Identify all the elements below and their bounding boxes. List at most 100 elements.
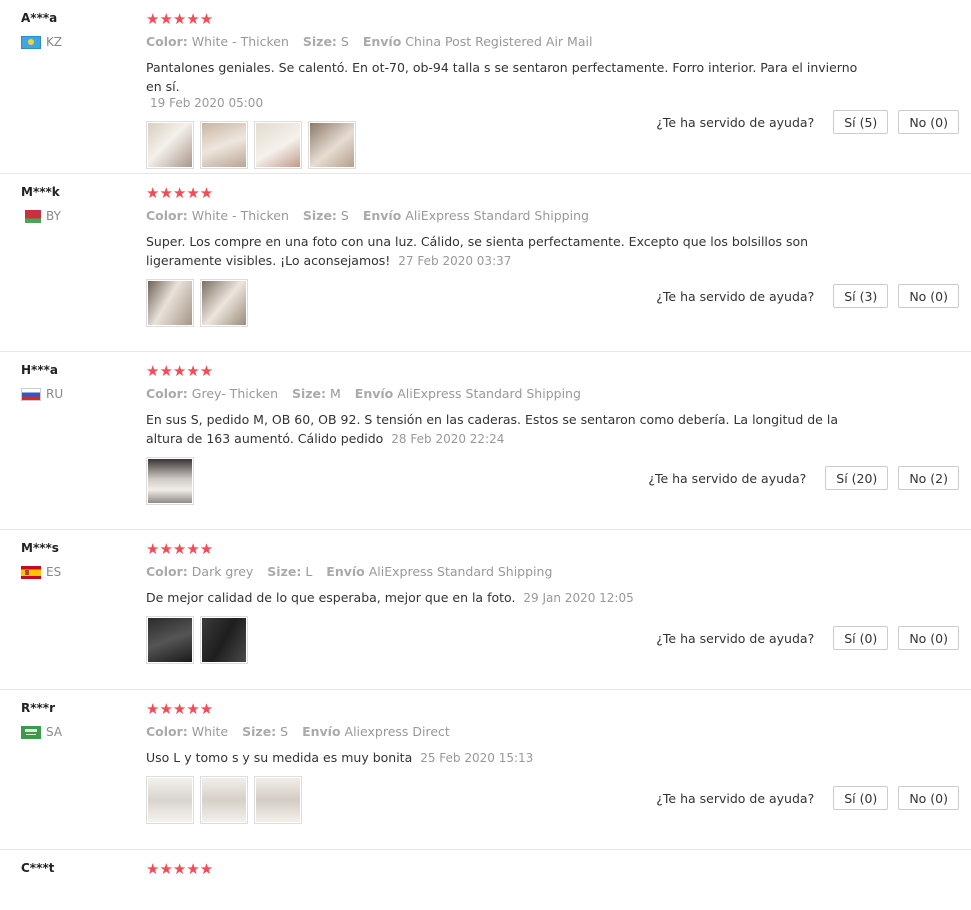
review-photo[interactable] [200, 121, 248, 169]
review-item: C***t ★★★★★ [0, 850, 971, 910]
reviewer-info: A***a KZ [21, 10, 131, 49]
flag-kz-icon [21, 35, 41, 49]
review-text: En sus S, pedido M, OB 60, OB 92. S tens… [146, 410, 866, 449]
review-item: R***r SA ★★★★★ Color: White Size: S Enví… [0, 690, 971, 850]
review-list: A***a KZ ★★★★★ Color: White - Thicken Si… [0, 0, 971, 910]
review-photo[interactable] [146, 616, 194, 664]
review-photo[interactable] [254, 121, 302, 169]
reviewer-country: RU [21, 387, 131, 401]
helpful-no-button[interactable]: No (0) [898, 626, 959, 650]
size-label: Size: [302, 208, 337, 223]
review-item: M***k BY ★★★★★ Color: White - Thicken Si… [0, 174, 971, 352]
review-photo[interactable] [308, 121, 356, 169]
reviewer-info: H***a RU [21, 362, 131, 401]
review-photo[interactable] [146, 776, 194, 824]
review-body: Pantalones geniales. Se calentó. En ot-7… [146, 60, 858, 94]
size-label: Size: [291, 386, 327, 401]
review-item: A***a KZ ★★★★★ Color: White - Thicken Si… [0, 0, 971, 174]
rating-stars: ★★★★★ [146, 10, 214, 28]
reviewer-name: M***s [21, 541, 59, 555]
review-item: M***s ES ★★★★★ Color: Dark grey Size: L … [0, 530, 971, 690]
rating-stars: ★★★★★ [146, 540, 214, 558]
country-code: BY [46, 209, 61, 223]
shipping-value: China Post Registered Air Mail [405, 34, 593, 49]
flag-ru-icon [21, 387, 41, 401]
shipping-label: Envío [362, 34, 402, 49]
shipping-value: Aliexpress Direct [344, 724, 450, 739]
color-value: White [191, 724, 229, 739]
shipping-value: AliExpress Standard Shipping [397, 386, 581, 401]
helpful-yes-button[interactable]: Sí (5) [833, 110, 889, 134]
purchase-info: Color: Grey- Thicken Size: M Envío AliEx… [146, 386, 961, 402]
reviewer-country: KZ [21, 35, 131, 49]
size-value: L [305, 564, 313, 579]
size-value: S [280, 724, 289, 739]
flag-sa-icon [21, 725, 41, 739]
review-text: Super. Los compre en una foto con una lu… [146, 232, 866, 271]
helpful-yes-button[interactable]: Sí (0) [833, 626, 889, 650]
shipping-value: AliExpress Standard Shipping [368, 564, 553, 579]
helpful-vote: ¿Te ha servido de ayuda? Sí (0) No (0) [656, 786, 959, 810]
review-item: H***a RU ★★★★★ Color: Grey- Thicken Size… [0, 352, 971, 530]
helpful-question: ¿Te ha servido de ayuda? [656, 630, 815, 646]
shipping-label: Envío [302, 724, 341, 739]
country-code: RU [46, 387, 64, 401]
helpful-no-button[interactable]: No (0) [898, 110, 959, 134]
helpful-vote: ¿Te ha servido de ayuda? Sí (5) No (0) [656, 110, 959, 134]
review-photo[interactable] [200, 776, 248, 824]
shipping-value: AliExpress Standard Shipping [405, 208, 589, 223]
review-photo[interactable] [254, 776, 302, 824]
reviewer-info: M***k BY [21, 184, 131, 223]
helpful-question: ¿Te ha servido de ayuda? [656, 790, 815, 806]
helpful-yes-button[interactable]: Sí (0) [833, 786, 889, 810]
helpful-yes-button[interactable]: Sí (3) [833, 284, 889, 308]
review-date: 25 Feb 2020 15:13 [420, 751, 534, 765]
purchase-info: Color: Dark grey Size: L Envío AliExpres… [146, 564, 961, 580]
shipping-label: Envío [354, 386, 394, 401]
review-text: De mejor calidad de lo que esperaba, mej… [146, 588, 866, 608]
size-label: Size: [267, 564, 302, 579]
size-label: Size: [302, 34, 337, 49]
reviewer-info: M***s ES [21, 540, 131, 579]
review-body: De mejor calidad de lo que esperaba, mej… [146, 590, 516, 605]
review-photo[interactable] [200, 279, 248, 327]
helpful-no-button[interactable]: No (0) [898, 284, 959, 308]
rating-stars: ★★★★★ [146, 700, 214, 718]
review-text: Pantalones geniales. Se calentó. En ot-7… [146, 58, 866, 113]
review-photo[interactable] [146, 121, 194, 169]
helpful-question: ¿Te ha servido de ayuda? [656, 114, 815, 130]
review-photo[interactable] [146, 279, 194, 327]
helpful-no-button[interactable]: No (2) [898, 466, 959, 490]
reviewer-name: R***r [21, 701, 55, 715]
shipping-label: Envío [362, 208, 402, 223]
color-value: Grey- Thicken [191, 386, 278, 401]
color-value: Dark grey [191, 564, 254, 579]
size-label: Size: [242, 724, 277, 739]
reviewer-info: R***r SA [21, 700, 131, 739]
review-text: Uso L y tomo s y su medida es muy bonita… [146, 748, 866, 768]
flag-by-icon [21, 209, 41, 223]
review-photo[interactable] [146, 457, 194, 505]
reviewer-info: C***t [21, 860, 131, 876]
country-code: KZ [46, 35, 63, 49]
size-value: S [340, 208, 349, 223]
purchase-info: Color: White Size: S Envío Aliexpress Di… [146, 724, 961, 740]
flag-es-icon [21, 565, 41, 579]
rating-stars: ★★★★★ [146, 184, 214, 202]
helpful-vote: ¿Te ha servido de ayuda? Sí (3) No (0) [656, 284, 959, 308]
color-label: Color: [146, 208, 188, 223]
color-label: Color: [146, 564, 188, 579]
color-label: Color: [146, 724, 188, 739]
reviewer-name: A***a [21, 11, 58, 25]
rating-stars: ★★★★★ [146, 860, 214, 878]
helpful-yes-button[interactable]: Sí (20) [825, 466, 889, 490]
review-body: Uso L y tomo s y su medida es muy bonita [146, 750, 413, 765]
color-label: Color: [146, 386, 188, 401]
reviewer-name: M***k [21, 185, 60, 199]
helpful-vote: ¿Te ha servido de ayuda? Sí (20) No (2) [648, 466, 959, 490]
country-code: SA [46, 725, 63, 739]
helpful-no-button[interactable]: No (0) [898, 786, 959, 810]
size-value: S [340, 34, 349, 49]
purchase-info: Color: White - Thicken Size: S Envío Ali… [146, 208, 961, 224]
review-photo[interactable] [200, 616, 248, 664]
